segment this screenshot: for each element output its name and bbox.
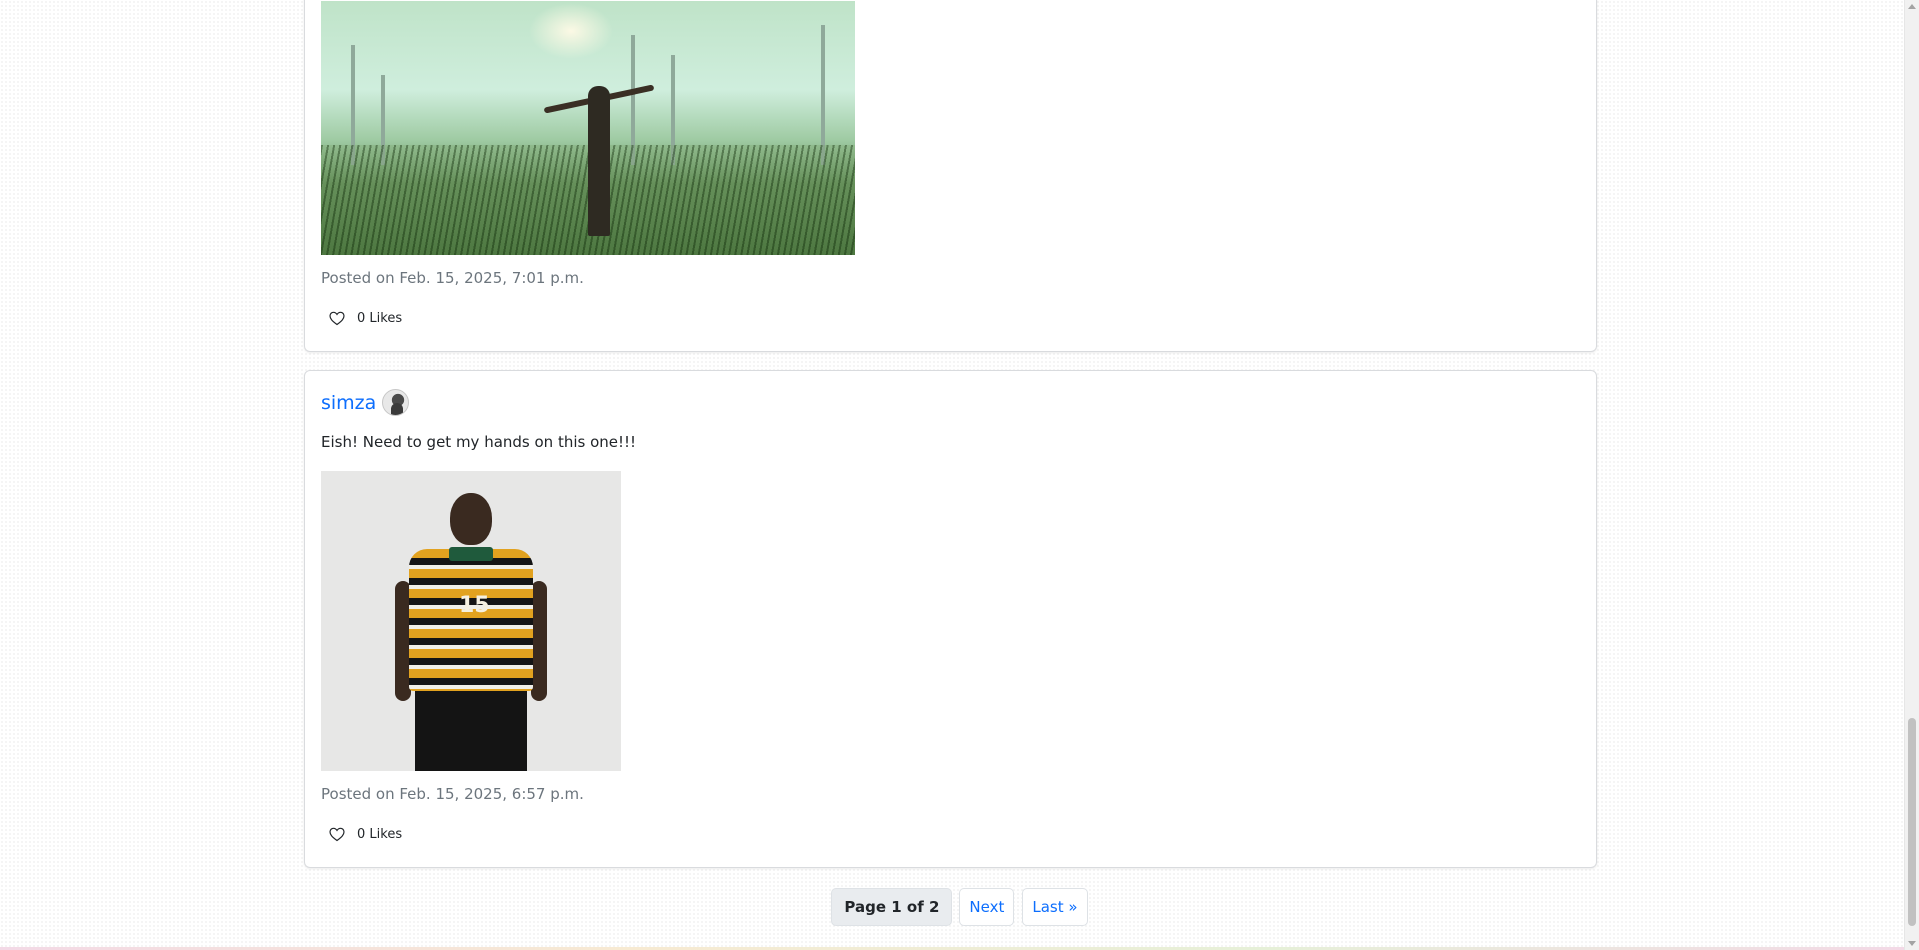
like-count: 0 Likes <box>357 827 403 842</box>
avatar[interactable] <box>382 389 410 416</box>
pagination: Page 1 of 2 Next Last » <box>0 888 1919 926</box>
scrollbar-thumb[interactable] <box>1908 718 1916 926</box>
scroll-up-arrow-icon[interactable] <box>1908 4 1916 9</box>
last-page-link[interactable]: Last » <box>1022 888 1088 926</box>
post-image[interactable] <box>321 1 855 255</box>
image-detail <box>821 25 825 165</box>
post-author: simza <box>321 389 410 416</box>
like-button[interactable]: 0 Likes <box>329 827 402 842</box>
next-page-link[interactable]: Next <box>959 888 1015 926</box>
image-detail <box>409 549 533 691</box>
page-indicator: Page 1 of 2 <box>831 888 953 926</box>
vertical-scrollbar[interactable] <box>1904 0 1919 950</box>
author-link[interactable]: simza <box>321 392 376 414</box>
image-detail <box>588 86 610 236</box>
heart-outline-icon[interactable] <box>329 827 345 842</box>
post-timestamp: Posted on Feb. 15, 2025, 6:57 p.m. <box>321 785 584 803</box>
image-detail <box>450 493 492 545</box>
scroll-down-arrow-icon[interactable] <box>1908 941 1916 946</box>
image-detail <box>415 691 527 771</box>
heart-outline-icon[interactable] <box>329 311 345 326</box>
post-text: Eish! Need to get my hands on this one!!… <box>321 433 637 451</box>
post-card: Posted on Feb. 15, 2025, 7:01 p.m. 0 Lik… <box>304 0 1597 352</box>
post-timestamp: Posted on Feb. 15, 2025, 7:01 p.m. <box>321 269 584 287</box>
shirt-number: 15 <box>459 593 490 618</box>
image-detail <box>531 581 547 701</box>
post-card: simza Eish! Need to get my hands on this… <box>304 370 1597 868</box>
image-detail <box>449 547 493 561</box>
like-count: 0 Likes <box>357 311 403 326</box>
like-button[interactable]: 0 Likes <box>329 311 402 326</box>
post-image[interactable]: 15 <box>321 471 621 771</box>
